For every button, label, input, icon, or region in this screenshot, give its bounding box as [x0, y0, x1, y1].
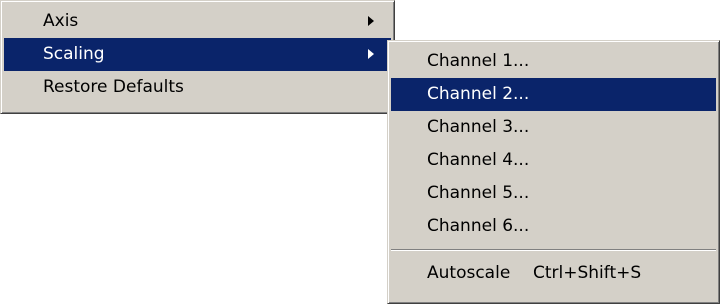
submenu-item-label: Channel 6...: [427, 216, 530, 236]
keyboard-shortcut: Ctrl+Shift+S: [533, 263, 642, 283]
context-menu-stage: Axis Scaling Restore Defaults Channel 1.…: [0, 0, 720, 304]
menu-item-label: Scaling: [43, 44, 105, 64]
submenu-item-channel-6[interactable]: Channel 6...: [391, 210, 716, 243]
submenu-item-channel-3[interactable]: Channel 3...: [391, 111, 716, 144]
menu-item-label: Axis: [43, 11, 79, 31]
menu-separator: [391, 249, 716, 251]
submenu-item-channel-1[interactable]: Channel 1...: [391, 45, 716, 78]
submenu-item-label: Channel 1...: [427, 51, 530, 71]
submenu-item-label: Channel 5...: [427, 183, 530, 203]
submenu-item-label: Autoscale: [427, 263, 511, 283]
menu-item-scaling[interactable]: Scaling: [4, 38, 391, 71]
submenu-item-label: Channel 2...: [427, 84, 530, 104]
submenu-item-autoscale[interactable]: Autoscale Ctrl+Shift+S: [391, 257, 716, 290]
context-menu: Axis Scaling Restore Defaults: [0, 0, 395, 114]
chevron-right-icon: [368, 16, 374, 26]
submenu-item-label: Channel 3...: [427, 117, 530, 137]
submenu-item-label: Channel 4...: [427, 150, 530, 170]
chevron-right-icon: [368, 49, 374, 59]
submenu-item-channel-2[interactable]: Channel 2...: [391, 78, 716, 111]
submenu-item-channel-4[interactable]: Channel 4...: [391, 144, 716, 177]
scaling-submenu: Channel 1... Channel 2... Channel 3... C…: [387, 40, 720, 304]
submenu-item-channel-5[interactable]: Channel 5...: [391, 177, 716, 210]
menu-item-label: Restore Defaults: [43, 77, 184, 97]
menu-item-axis[interactable]: Axis: [4, 5, 391, 38]
menu-item-restore-defaults[interactable]: Restore Defaults: [4, 71, 391, 104]
